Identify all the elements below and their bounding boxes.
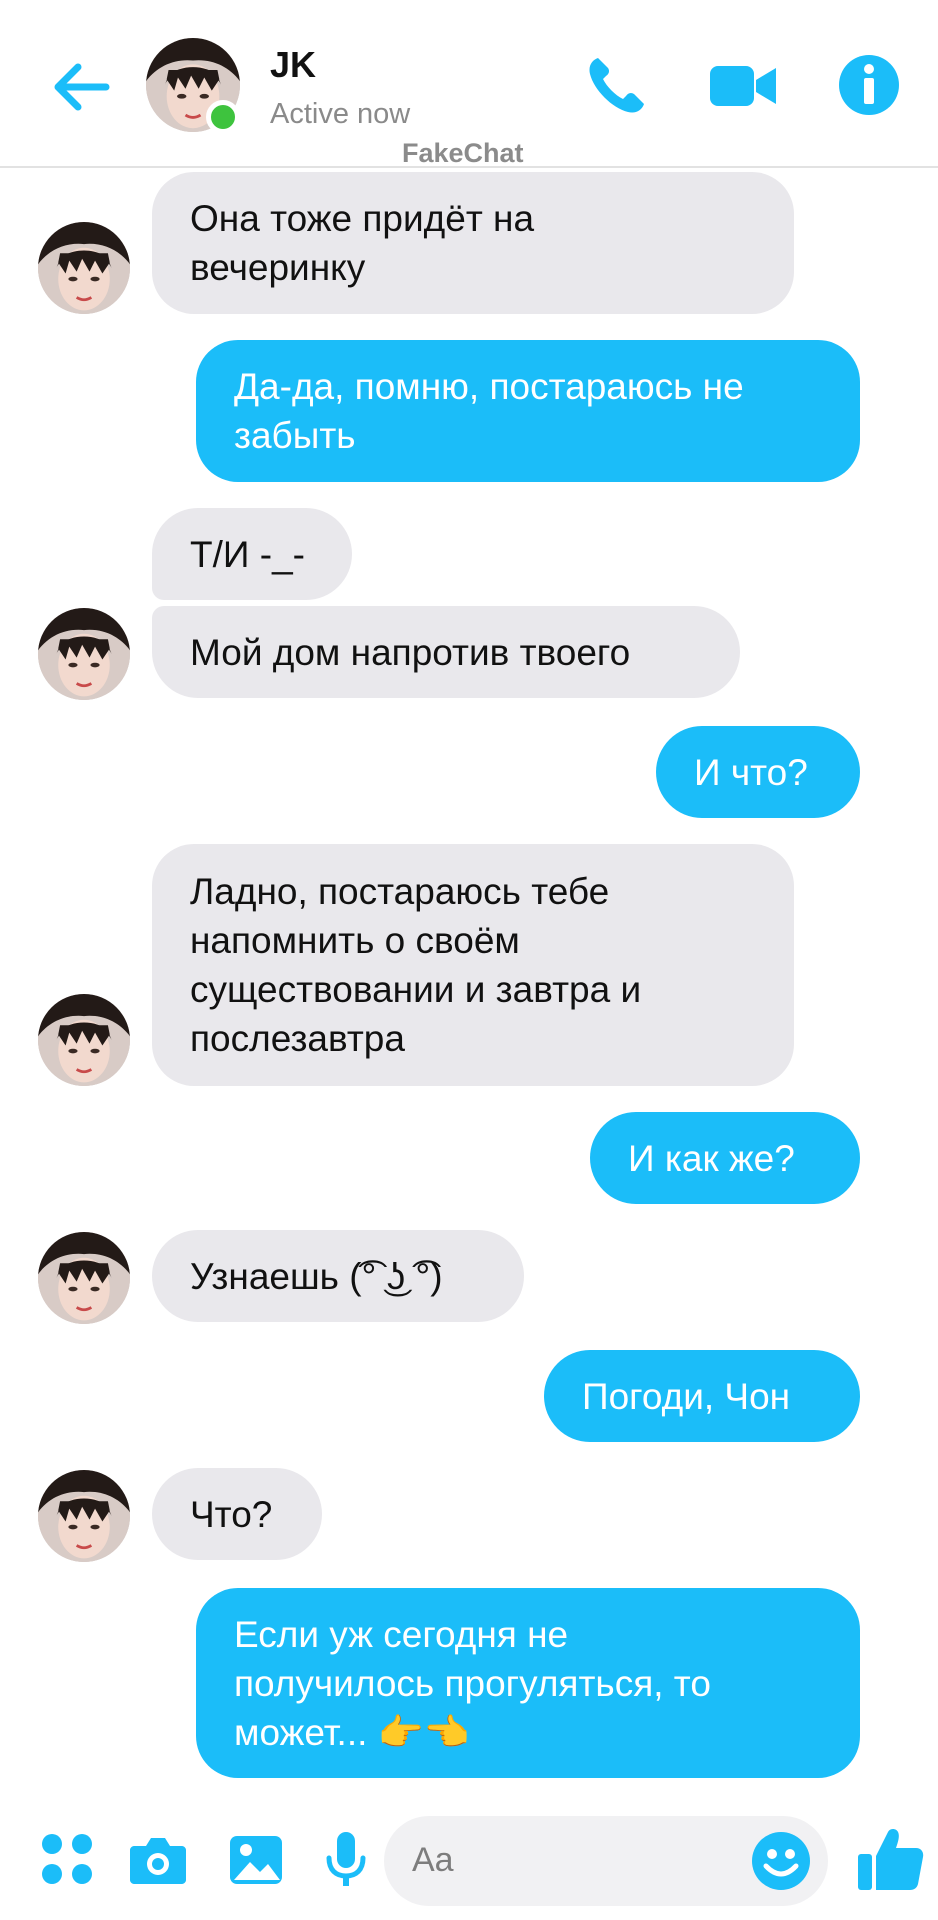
message-received[interactable]: Узнаешь (͡° ͜ʖ ͡°) xyxy=(152,1230,524,1322)
message-received[interactable]: Ладно, постараюсь тебе напомнить о своём… xyxy=(152,844,794,1086)
info-icon[interactable] xyxy=(834,50,904,120)
emoji-icon[interactable] xyxy=(750,1830,812,1892)
contact-name[interactable]: JK xyxy=(270,44,316,86)
sender-avatar[interactable] xyxy=(38,1232,130,1324)
composer-bar: Aa xyxy=(0,1798,938,1920)
message-sent[interactable]: И что? xyxy=(656,726,860,818)
apps-grid-icon[interactable] xyxy=(38,1830,98,1890)
sender-avatar[interactable] xyxy=(38,1470,130,1562)
chat-header: JK Active now FakeChat xyxy=(0,0,938,168)
microphone-icon[interactable] xyxy=(316,1830,376,1890)
watermark: FakeChat xyxy=(402,138,524,168)
message-received[interactable]: Мой дом напротив твоего xyxy=(152,606,740,698)
message-sent[interactable]: Да-да, помню, постараюсь не забыть xyxy=(196,340,860,482)
contact-status: Active now xyxy=(270,98,411,130)
message-sent[interactable]: Погоди, Чон xyxy=(544,1350,860,1442)
back-arrow-icon[interactable] xyxy=(48,54,114,120)
message-sent[interactable]: Если уж сегодня не получилось прогулятьс… xyxy=(196,1588,860,1778)
sender-avatar[interactable] xyxy=(38,994,130,1086)
message-received[interactable]: Что? xyxy=(152,1468,322,1560)
message-received[interactable]: Т/И -_- xyxy=(152,508,352,600)
sender-avatar[interactable] xyxy=(38,222,130,314)
camera-icon[interactable] xyxy=(128,1830,188,1890)
online-indicator xyxy=(206,100,240,134)
message-input-placeholder: Aa xyxy=(412,1841,454,1879)
thumbs-up-icon[interactable] xyxy=(856,1824,926,1894)
message-sent[interactable]: И как же? xyxy=(590,1112,860,1204)
gallery-icon[interactable] xyxy=(226,1830,286,1890)
video-camera-icon[interactable] xyxy=(708,50,778,120)
phone-icon[interactable] xyxy=(582,50,652,120)
sender-avatar[interactable] xyxy=(38,608,130,700)
message-received[interactable]: Она тоже придёт на вечеринку xyxy=(152,172,794,314)
message-input[interactable]: Aa xyxy=(384,1816,828,1906)
